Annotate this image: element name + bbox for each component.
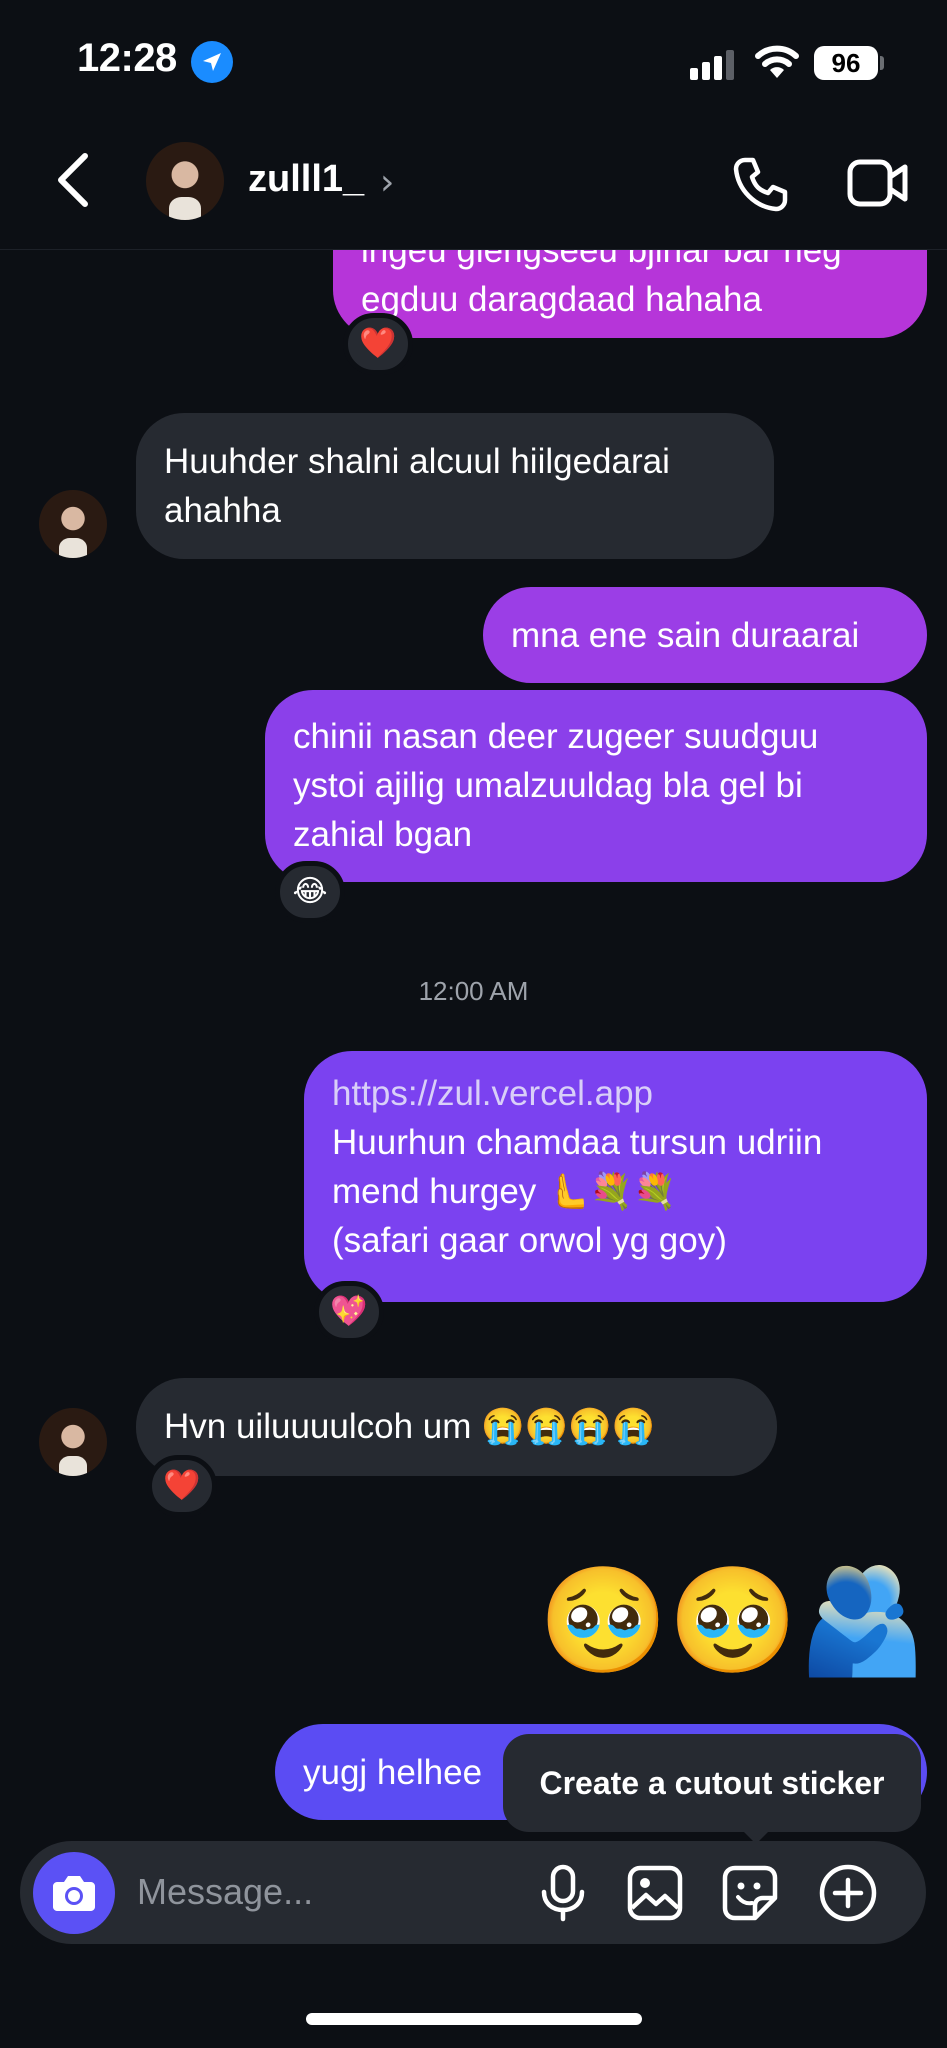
voice-message-button[interactable] (538, 1864, 588, 1926)
plus-icon (819, 1864, 877, 1922)
message-line: Huuhder shalni alcuul hiilgedarai (164, 442, 670, 481)
outgoing-message[interactable]: chinii nasan deer zugeer suudguu ystoi a… (265, 690, 927, 882)
sender-avatar[interactable] (39, 1408, 107, 1476)
message-line: mend hurgey 🫷💐💐 (332, 1172, 677, 1211)
message-line: zahial bgan (293, 815, 473, 854)
outgoing-message-with-link[interactable]: https://zul.vercel.app Huurhun chamdaa t… (304, 1051, 927, 1302)
back-button[interactable] (55, 152, 91, 212)
header-username[interactable]: zulll1_ (248, 158, 364, 201)
camera-icon (53, 1876, 95, 1911)
battery-cap (880, 56, 884, 70)
gallery-icon (627, 1865, 683, 1921)
message-timestamp: 12:00 AM (418, 976, 529, 1006)
header-avatar[interactable] (146, 142, 224, 220)
message-line: egduu daragdaad hahaha (361, 280, 762, 319)
battery-indicator: 96 (814, 46, 878, 80)
reaction-heart[interactable]: ❤️ (343, 313, 413, 375)
sender-avatar[interactable] (39, 490, 107, 558)
home-indicator (306, 2013, 642, 2025)
wifi-icon (755, 44, 799, 84)
sticker-icon (722, 1865, 778, 1921)
outgoing-message[interactable]: ingeu glengseeu bjinar bar neg egduu dar… (333, 250, 927, 338)
microphone-icon (541, 1864, 585, 1922)
incoming-message[interactable]: Huuhder shalni alcuul hiilgedarai ahahha (136, 413, 774, 559)
message-link[interactable]: https://zul.vercel.app (332, 1069, 899, 1118)
reaction-heart[interactable]: 💖 (314, 1281, 384, 1343)
outgoing-message[interactable]: mna ene sain duraarai (483, 587, 927, 683)
signal-icon (690, 48, 738, 84)
emoji-message[interactable]: 🥹🥹🫂 (520, 1560, 927, 1680)
gallery-button[interactable] (626, 1864, 684, 1926)
message-line: ahahha (164, 491, 281, 530)
phone-icon (733, 157, 788, 212)
sticker-button[interactable] (721, 1864, 779, 1926)
video-icon (847, 159, 908, 207)
back-arrow-icon (58, 153, 88, 207)
phone-call-button[interactable] (731, 154, 791, 218)
status-time: 12:28 (77, 36, 177, 80)
message-line: chinii nasan deer zugeer suudguu (293, 717, 819, 756)
message-line: ystoi ajilig umalzuuldag bla gel bi (293, 766, 803, 805)
message-line: Huurhun chamdaa tursun udriin (332, 1123, 823, 1162)
reaction-heart[interactable]: ❤️ (147, 1455, 217, 1517)
more-options-button[interactable] (818, 1863, 878, 1927)
incoming-message[interactable]: Hvn uiluuuulcoh um 😭😭😭😭 (136, 1378, 777, 1476)
profile-chevron-icon[interactable]: › (380, 162, 394, 203)
message-line: ingeu glengseeu bjinar bar neg (361, 250, 842, 270)
camera-button[interactable] (33, 1852, 115, 1934)
reaction-laugh[interactable]: 😂 (275, 861, 345, 923)
video-call-button[interactable] (847, 157, 909, 213)
message-input[interactable] (137, 1862, 497, 1922)
chat-thread[interactable]: ingeu glengseeu bjinar bar neg egduu dar… (0, 250, 947, 1840)
location-arrow-icon (191, 41, 233, 83)
message-line: (safari gaar orwol yg goy) (332, 1221, 727, 1260)
cutout-sticker-tooltip[interactable]: Create a cutout sticker (503, 1734, 921, 1832)
